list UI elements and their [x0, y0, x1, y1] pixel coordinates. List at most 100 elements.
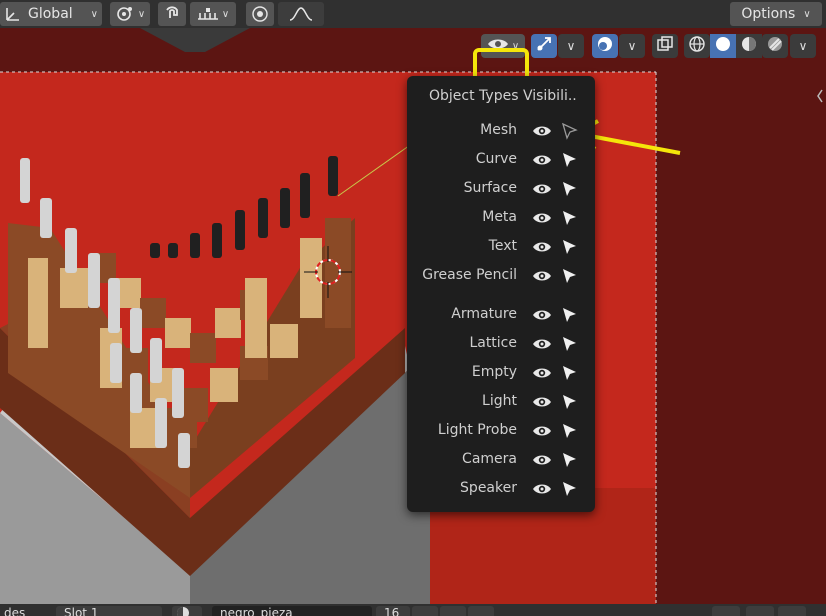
rendered-sphere-icon — [766, 35, 784, 57]
chevron-down-icon: ∨ — [566, 39, 576, 53]
orientation-label: Global — [28, 6, 73, 22]
viewport-header: Global ∨ ∨ ∨ Options ∨ — [0, 0, 826, 28]
pivot-icon — [115, 5, 135, 23]
select-arrow-icon[interactable] — [560, 364, 578, 382]
snap-toggle[interactable] — [158, 2, 186, 26]
xray-icon — [656, 35, 674, 57]
snap-increment-icon — [197, 7, 219, 21]
select-arrow-disabled-icon[interactable] — [560, 122, 578, 140]
material-slot-dropdown[interactable]: Slot 1 — [56, 606, 162, 616]
object-type-label: Surface — [463, 180, 517, 196]
options-dropdown[interactable]: Options ∨ — [730, 2, 822, 26]
eye-icon[interactable] — [532, 423, 552, 439]
chevron-down-icon: ∨ — [137, 8, 146, 20]
select-arrow-icon[interactable] — [560, 267, 578, 285]
select-arrow-icon[interactable] — [560, 422, 578, 440]
unlink-material-icon[interactable] — [468, 606, 494, 616]
select-arrow-icon[interactable] — [560, 480, 578, 498]
object-type-row-text: Text — [407, 234, 595, 260]
fake-user-shield-icon[interactable] — [412, 606, 438, 616]
material-name-field[interactable]: negro_pieza — [212, 606, 372, 616]
duplicate-material-icon[interactable] — [440, 606, 466, 616]
options-icon[interactable] — [778, 606, 806, 616]
object-type-label: Camera — [462, 451, 517, 467]
eye-icon[interactable] — [532, 239, 552, 255]
chevron-down-icon: ∨ — [798, 39, 808, 53]
object-type-label: Meta — [482, 209, 517, 225]
object-type-label: Mesh — [480, 122, 517, 138]
orientation-axes-icon — [4, 5, 22, 23]
eye-icon[interactable] — [532, 123, 552, 139]
overlay-icon[interactable] — [746, 606, 774, 616]
object-type-row-camera: Camera — [407, 447, 595, 473]
object-type-row-light-probe: Light Probe — [407, 418, 595, 444]
select-arrow-icon[interactable] — [560, 306, 578, 324]
shading-material-button[interactable] — [736, 34, 762, 58]
proportional-falloff-dropdown[interactable] — [278, 2, 324, 26]
object-type-label: Speaker — [460, 480, 517, 496]
object-type-row-armature: Armature — [407, 302, 595, 328]
object-type-row-light: Light — [407, 389, 595, 415]
object-type-label: Empty — [471, 364, 517, 380]
object-type-row-meta: Meta — [407, 205, 595, 231]
object-type-label: Grease Pencil — [422, 267, 517, 283]
chevron-down-icon: ∨ — [627, 39, 637, 53]
chevron-down-icon: ∨ — [221, 8, 230, 20]
gizmo-toggle[interactable] — [531, 34, 557, 58]
overlays-dropdown[interactable]: ∨ — [619, 34, 645, 58]
object-types-visibility-popover: Object Types Visibili.. Mesh Curve Surface… — [407, 76, 595, 512]
transform-orientation-dropdown[interactable]: Global ∨ — [0, 2, 102, 26]
pin-icon[interactable] — [500, 606, 526, 616]
gizmo-icon — [535, 35, 553, 57]
material-user-count[interactable]: 16 — [376, 606, 410, 616]
object-type-label: Text — [488, 238, 517, 254]
eye-icon[interactable] — [532, 268, 552, 284]
select-arrow-icon[interactable] — [560, 209, 578, 227]
overlays-icon — [596, 35, 614, 57]
shading-wireframe-button[interactable] — [684, 34, 710, 58]
eye-icon[interactable] — [532, 394, 552, 410]
proportional-icon — [251, 5, 269, 23]
proportional-editing-toggle[interactable] — [246, 2, 274, 26]
object-type-label: Lattice — [469, 335, 517, 351]
blender-window: Global ∨ ∨ ∨ Options ∨ ∨ ∨ ∨ ∨ Object Ty… — [0, 0, 826, 616]
eye-icon[interactable] — [532, 336, 552, 352]
normals-icon[interactable] — [712, 606, 740, 616]
eye-icon[interactable] — [532, 365, 552, 381]
select-arrow-icon[interactable] — [560, 393, 578, 411]
eye-icon[interactable] — [532, 181, 552, 197]
snap-target-dropdown[interactable]: ∨ — [190, 2, 236, 26]
status-bar: des Slot 1 negro_pieza 16 — [0, 604, 826, 616]
eye-icon[interactable] — [532, 210, 552, 226]
gizmo-dropdown[interactable]: ∨ — [558, 34, 584, 58]
object-type-row-surface: Surface — [407, 176, 595, 202]
mode-label: des — [0, 606, 44, 616]
solid-sphere-icon — [714, 35, 732, 57]
pivot-point-dropdown[interactable]: ∨ — [110, 2, 150, 26]
eye-icon[interactable] — [532, 452, 552, 468]
shading-rendered-button[interactable] — [762, 34, 788, 58]
object-type-row-mesh: Mesh — [407, 118, 595, 144]
object-type-row-curve: Curve — [407, 147, 595, 173]
select-arrow-icon[interactable] — [560, 335, 578, 353]
shading-dropdown[interactable]: ∨ — [790, 34, 816, 58]
object-type-row-grease-pencil: Grease Pencil — [407, 263, 595, 289]
wireframe-sphere-icon — [688, 35, 706, 57]
material-browse-button[interactable] — [172, 606, 202, 616]
eye-icon[interactable] — [532, 481, 552, 497]
object-type-row-speaker: Speaker — [407, 476, 595, 502]
overlays-toggle[interactable] — [592, 34, 618, 58]
shading-solid-button[interactable] — [710, 34, 736, 58]
eye-icon[interactable] — [532, 152, 552, 168]
object-type-label: Light Probe — [437, 422, 517, 438]
select-arrow-icon[interactable] — [560, 238, 578, 256]
xray-toggle[interactable] — [652, 34, 678, 58]
select-arrow-icon[interactable] — [560, 451, 578, 469]
chevron-down-icon: ∨ — [90, 8, 98, 20]
object-type-label: Armature — [451, 306, 517, 322]
magnet-icon — [163, 5, 181, 23]
select-arrow-icon[interactable] — [560, 151, 578, 169]
select-arrow-icon[interactable] — [560, 180, 578, 198]
eye-icon[interactable] — [532, 307, 552, 323]
falloff-curve-icon — [289, 6, 313, 22]
